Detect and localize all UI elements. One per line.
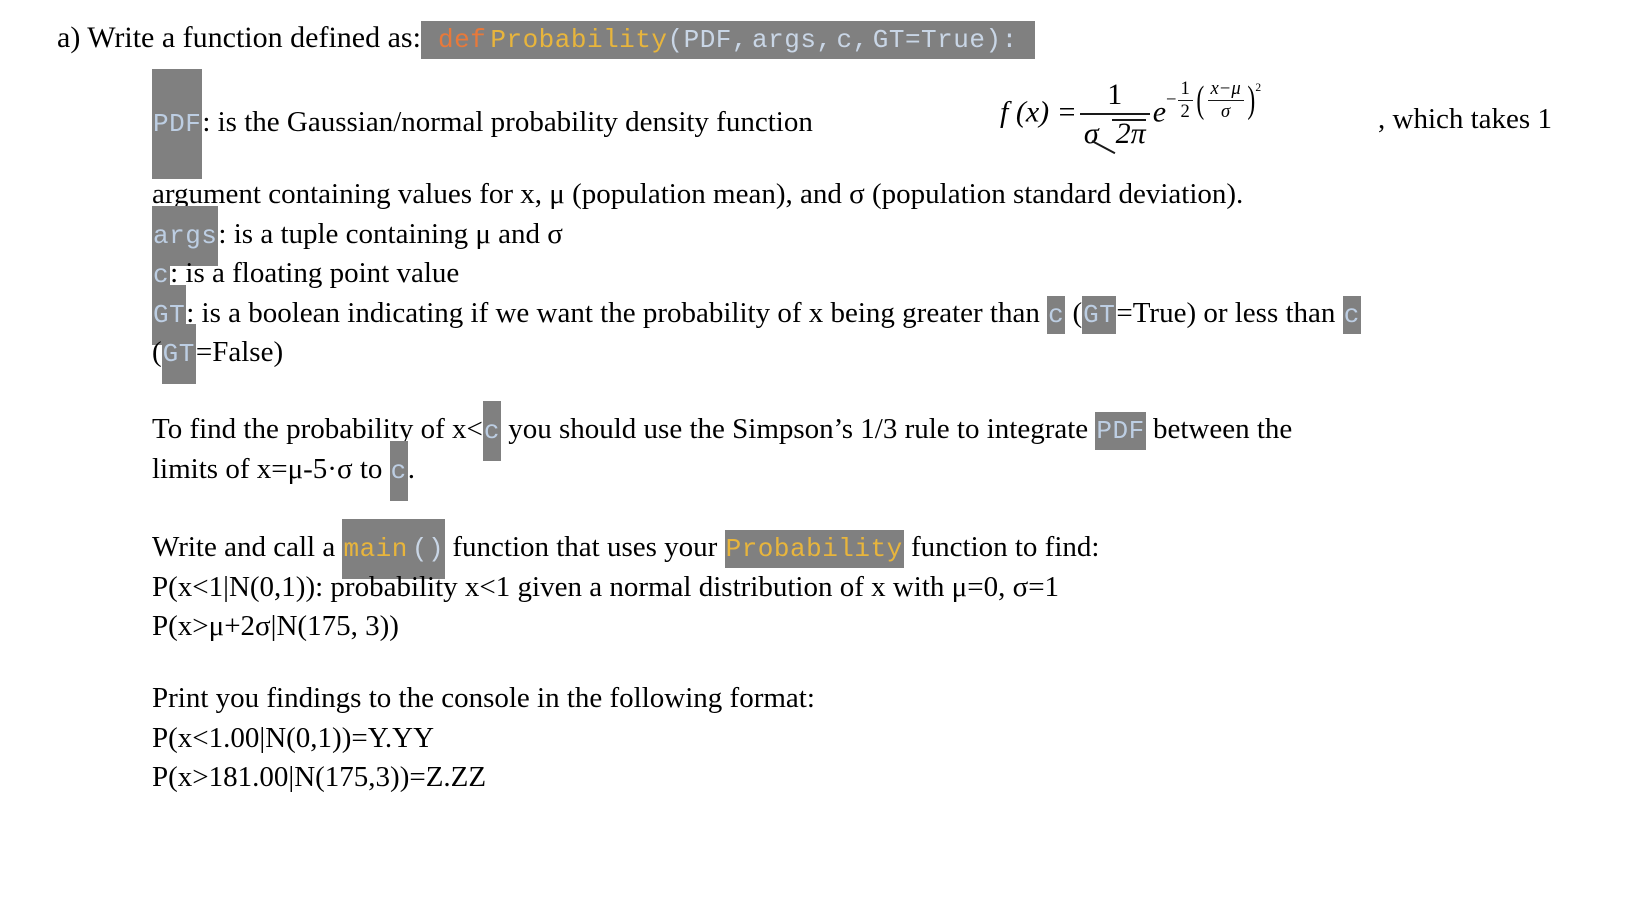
code-chip-pdf-simpson: PDF xyxy=(1095,412,1146,450)
formula-base-e: e xyxy=(1152,95,1167,129)
c-line: c: is a floating point value xyxy=(152,245,1361,305)
simpson-line-2: limits of x=μ-5·σ to c. xyxy=(152,440,1292,501)
formula-denominator: σ 2π xyxy=(1080,115,1150,151)
code-params-2: args, xyxy=(752,25,833,55)
main-text-1: Write and call a xyxy=(152,531,336,563)
print-line-3: P(x>181.00|N(175,3))=Z.ZZ xyxy=(152,758,815,798)
formula-paren-open: ( xyxy=(1196,78,1205,121)
main-line-2: P(x<1|N(0,1)): probability x<1 given a n… xyxy=(152,568,1099,608)
gt-false-text: =False) xyxy=(195,336,284,368)
code-text-gt-inline-2: GT xyxy=(162,339,195,369)
args-line: args: is a tuple containing μ and σ xyxy=(152,205,1361,266)
print-format-2: P(x>181.00|N(175,3))=Z.ZZ xyxy=(152,761,487,793)
code-chip-pdf: PDF xyxy=(152,69,203,179)
question-lead-line: a) Write a function defined as: def Proba… xyxy=(57,18,1035,59)
args-description-text: : is a tuple containing μ and σ xyxy=(218,217,563,250)
gt-false-line: (GT=False) xyxy=(152,324,1361,384)
code-chip-probability: Probability xyxy=(724,530,904,568)
gaussian-formula: f (x) = 1 σ 2π e− 1 2(x−μ σ)2 xyxy=(1000,78,1263,151)
gt-paren-open: ( xyxy=(1072,296,1083,329)
gt-description-text-1: : is a boolean indicating if we want the… xyxy=(186,296,1040,329)
c-description-text: : is a floating point value xyxy=(170,257,460,289)
formula-exp-inner: x−μ σ xyxy=(1207,78,1244,123)
formula-trailing-text: , which takes 1 xyxy=(1378,103,1552,136)
code-text-main-parens: () xyxy=(411,534,445,564)
main-text-3: function to find: xyxy=(910,531,1100,563)
pdf-description-line: PDF: is the Gaussian/normal probability … xyxy=(152,69,813,179)
gt-line: GT : is a boolean indicating if we want t… xyxy=(152,284,1361,345)
formula-exp-minus: − xyxy=(1166,88,1177,110)
code-text-c-simpson-2: c xyxy=(390,455,407,486)
formula-exponent: −1 2(x−μ σ)2 xyxy=(1166,78,1263,123)
code-text-main: main xyxy=(343,534,408,564)
code-text-pdf-simpson: PDF xyxy=(1096,416,1145,446)
formula-fraction: 1 σ 2π xyxy=(1079,78,1150,151)
pdf-line: PDF: is the Gaussian/normal probability … xyxy=(152,69,813,179)
code-chip-gt-inline-2: GT xyxy=(161,324,196,384)
code-chip-c-simpson-1: c xyxy=(482,401,501,461)
code-text-c-inline-1: c xyxy=(1048,299,1065,330)
formula-lhs: f (x) = xyxy=(1000,95,1077,129)
code-text-c-simpson-1: c xyxy=(483,416,500,446)
formula-exp-inner-den: σ xyxy=(1221,101,1231,123)
code-chip-c-simpson-2: c xyxy=(389,440,408,501)
print-line-2: P(x<1.00|N(0,1))=Y.YY xyxy=(152,719,815,759)
formula-exp-half-den: 2 xyxy=(1180,101,1190,123)
code-function-name: Probability xyxy=(490,25,668,55)
code-params-3: c, xyxy=(836,25,869,55)
parameter-description-block: argument containing values for x, μ (pop… xyxy=(152,175,1361,384)
formula-numerator: 1 xyxy=(1079,78,1150,115)
argument-continuation-text: argument containing values for x, μ (pop… xyxy=(152,178,1244,210)
simpson-period: . xyxy=(407,452,415,485)
formula-exp-half-num: 1 xyxy=(1177,78,1193,102)
argument-continuation-line: argument containing values for x, μ (pop… xyxy=(152,175,1361,215)
simpson-text-4: limits of x=μ-5·σ to xyxy=(152,452,383,485)
simpson-line-1: To find the probability of x<c you shoul… xyxy=(152,401,1293,461)
code-params-4: GT=True): xyxy=(872,25,1018,55)
question-lead-text: a) Write a function defined as: xyxy=(57,21,421,54)
simpson-text-2: you should use the Simpson’s 1/3 rule to… xyxy=(508,413,1089,445)
main-line-1: Write and call a main() function that us… xyxy=(152,519,1100,579)
code-text-gt-inline-1: GT xyxy=(1083,299,1116,330)
code-text-pdf: PDF xyxy=(153,109,202,139)
code-chip-c-inline-1: c xyxy=(1047,295,1066,334)
code-params-1: (PDF, xyxy=(667,25,749,55)
formula-exp-inner-num: x−μ xyxy=(1207,78,1244,102)
code-signature: def Probability(PDF, args, c, GT=True): xyxy=(420,21,1035,59)
print-line-1: Print you findings to the console in the… xyxy=(152,679,815,719)
main-probability-spec-2: P(x>μ+2σ|N(175, 3)) xyxy=(152,610,399,642)
formula-trailing-label: , which takes 1 xyxy=(1378,103,1552,135)
formula-paren-close: ) xyxy=(1247,78,1255,121)
main-text-2: function that uses your xyxy=(452,531,718,563)
formula-sqrt: 2π xyxy=(1099,117,1146,151)
simpson-text-1: To find the probability of x< xyxy=(152,413,483,445)
code-chip-c-inline-2: c xyxy=(1342,295,1361,334)
code-text-probability: Probability xyxy=(725,534,903,564)
simpson-text-3: between the xyxy=(1152,413,1293,445)
formula-sqrt-content: 2π xyxy=(1115,117,1146,150)
print-paragraph: Print you findings to the console in the… xyxy=(152,679,815,798)
main-line-3: P(x>μ+2σ|N(175, 3)) xyxy=(152,607,1099,647)
document-page: a) Write a function defined as: def Proba… xyxy=(0,0,1636,899)
formula-exp-power: 2 xyxy=(1255,82,1262,95)
formula-exp-half: 12 xyxy=(1177,78,1193,123)
gt-false-paren-open: ( xyxy=(152,336,162,368)
print-format-1: P(x<1.00|N(0,1))=Y.YY xyxy=(152,721,435,754)
simpson-paragraph: To find the probability of x<c you shoul… xyxy=(152,401,1293,501)
code-chip-gt-inline-1: GT xyxy=(1082,295,1117,334)
code-keyword-def: def xyxy=(438,25,487,55)
gt-description-text-2: =True) or less than xyxy=(1116,296,1336,329)
main-probability-spec-1: P(x<1|N(0,1)): probability x<1 given a n… xyxy=(152,570,1060,603)
print-instruction-text: Print you findings to the console in the… xyxy=(152,682,815,714)
main-paragraph: Write and call a main() function that us… xyxy=(152,519,1100,647)
code-text-c-inline-2: c xyxy=(1343,299,1360,330)
pdf-description-text: : is the Gaussian/normal probability den… xyxy=(202,106,813,138)
